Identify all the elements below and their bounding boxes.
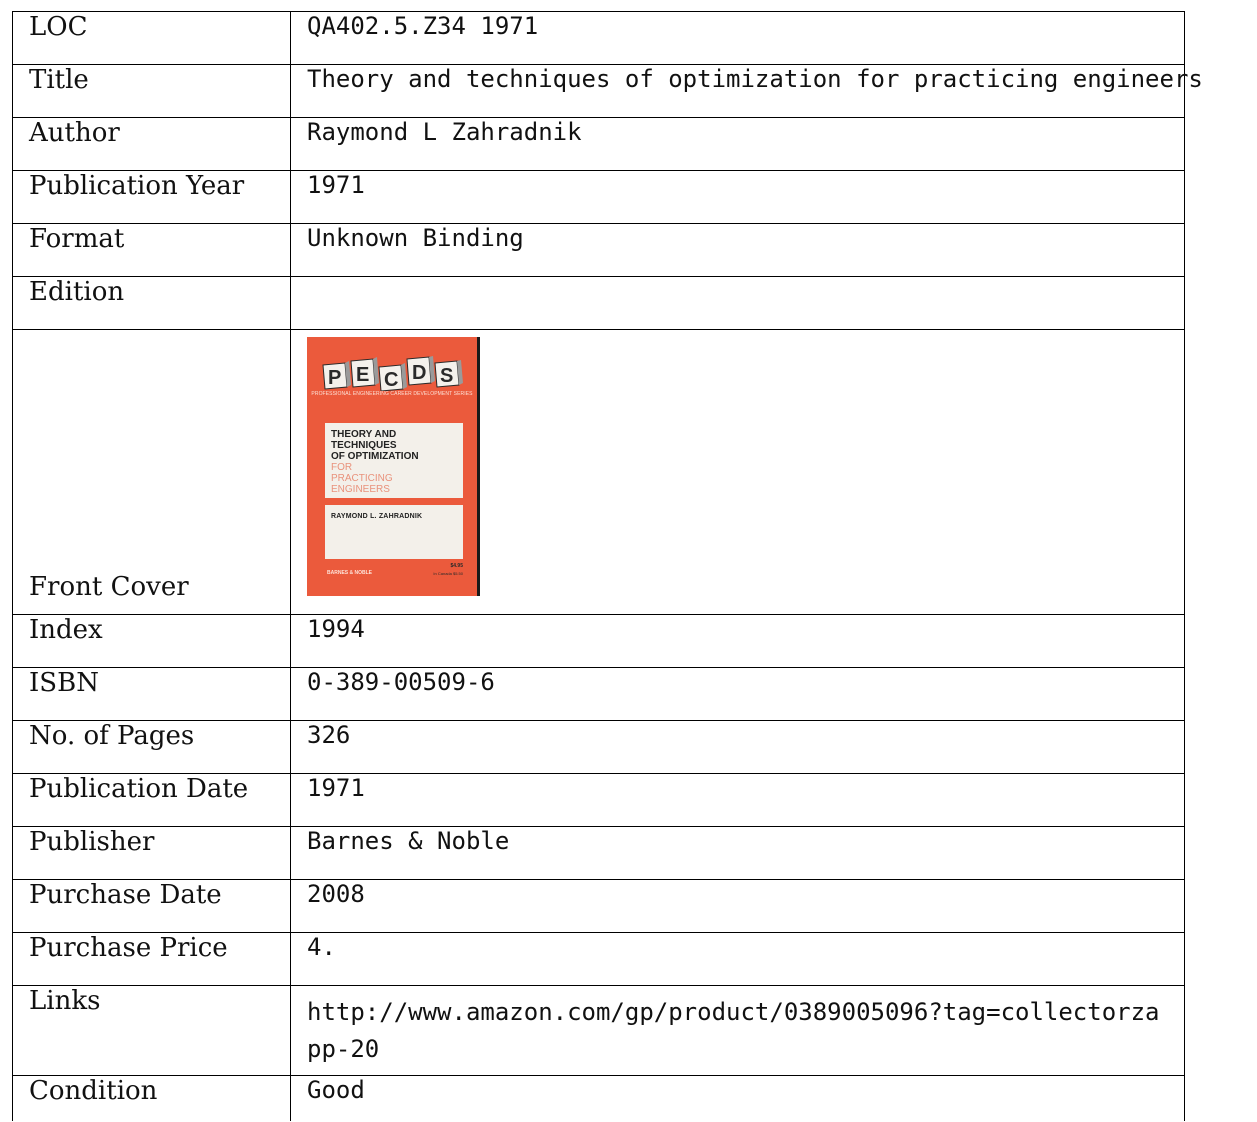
row-front-cover: Front Cover P E C D S PROFESSIONAL ENGIN…	[12, 329, 1185, 615]
row-publisher: Publisher Barnes & Noble	[12, 826, 1185, 880]
publication-year-value: 1971	[290, 170, 1185, 224]
row-links: Links http://www.amazon.com/gp/product/0…	[12, 985, 1185, 1076]
field-label: Format	[12, 223, 291, 277]
field-label: Purchase Date	[12, 879, 291, 933]
row-title: Title Theory and techniques of optimizat…	[12, 64, 1203, 118]
cover-series-text: PROFESSIONAL ENGINEERING CAREER DEVELOPM…	[311, 391, 473, 397]
row-loc: LOC QA402.5.Z34 1971	[12, 11, 1185, 65]
logo-letter-c: C	[384, 369, 398, 391]
cover-title-line: OF OPTIMIZATION	[331, 451, 419, 462]
author-value: Raymond L Zahradnik	[290, 117, 1185, 171]
field-label: Purchase Price	[12, 932, 291, 986]
cover-subtitle-line: FOR	[331, 462, 353, 473]
format-value: Unknown Binding	[290, 223, 1185, 277]
row-index: Index 1994	[12, 614, 1185, 668]
front-cover-image: P E C D S PROFESSIONAL ENGINEERING CAREE…	[307, 337, 480, 596]
purchase-price-value: 4.	[290, 932, 1185, 986]
field-label: Publication Date	[12, 773, 291, 827]
cover-author: RAYMOND L. ZAHRADNIK	[331, 513, 423, 520]
publisher-value: Barnes & Noble	[290, 826, 1185, 880]
logo-letter-s: S	[440, 365, 453, 387]
field-label: Author	[12, 117, 291, 171]
cover-title-line: THEORY AND	[331, 429, 397, 440]
field-label: Index	[12, 614, 291, 668]
field-label: Publication Year	[12, 170, 291, 224]
field-label: Title	[12, 64, 291, 118]
purchase-date-value: 2008	[290, 879, 1185, 933]
field-label: Condition	[12, 1075, 291, 1121]
field-label: ISBN	[12, 667, 291, 721]
row-purchase-date: Purchase Date 2008	[12, 879, 1185, 933]
cover-subtitle-line: PRACTICING	[331, 473, 393, 484]
cover-publisher: BARNES & NOBLE	[327, 570, 373, 576]
row-publication-date: Publication Date 1971	[12, 773, 1185, 827]
cover-title-line: TECHNIQUES	[331, 440, 397, 451]
field-label: Edition	[12, 276, 291, 330]
field-label: Links	[12, 985, 291, 1076]
field-label: Publisher	[12, 826, 291, 880]
index-value: 1994	[290, 614, 1185, 668]
cover-price-canada: In Canada $5.50	[433, 571, 463, 576]
row-author: Author Raymond L Zahradnik	[12, 117, 1185, 171]
book-record-table: LOC QA402.5.Z34 1971 Title Theory and te…	[12, 11, 1203, 1121]
field-label: Front Cover	[12, 329, 291, 615]
row-publication-year: Publication Year 1971	[12, 170, 1185, 224]
edition-value	[290, 276, 1185, 330]
title-value-cell: Theory and techniques of optimization fo…	[290, 64, 1203, 118]
logo-letter-e: E	[356, 364, 369, 386]
loc-value: QA402.5.Z34 1971	[290, 11, 1185, 65]
field-label: No. of Pages	[12, 720, 291, 774]
row-pages: No. of Pages 326	[12, 720, 1185, 774]
pages-value: 326	[290, 720, 1185, 774]
condition-value: Good	[290, 1075, 1185, 1121]
publication-date-value: 1971	[290, 773, 1185, 827]
row-format: Format Unknown Binding	[12, 223, 1185, 277]
amazon-link[interactable]: http://www.amazon.com/gp/product/0389005…	[290, 985, 1185, 1076]
row-edition: Edition	[12, 276, 1185, 330]
pecds-logo: P E C D S	[322, 356, 463, 391]
front-cover-cell: P E C D S PROFESSIONAL ENGINEERING CAREE…	[290, 329, 1185, 615]
row-isbn: ISBN 0-389-00509-6	[12, 667, 1185, 721]
title-value: Theory and techniques of optimization fo…	[307, 65, 1203, 93]
field-label: LOC	[12, 11, 291, 65]
row-purchase-price: Purchase Price 4.	[12, 932, 1185, 986]
logo-letter-p: P	[328, 367, 341, 389]
cover-subtitle-line: ENGINEERS	[331, 484, 390, 495]
cover-title-panel: THEORY AND TECHNIQUES OF OPTIMIZATION FO…	[325, 423, 463, 498]
isbn-value: 0-389-00509-6	[290, 667, 1185, 721]
logo-letter-d: D	[412, 362, 426, 384]
cover-price: $4.95	[450, 563, 463, 569]
row-condition: Condition Good	[12, 1075, 1185, 1121]
